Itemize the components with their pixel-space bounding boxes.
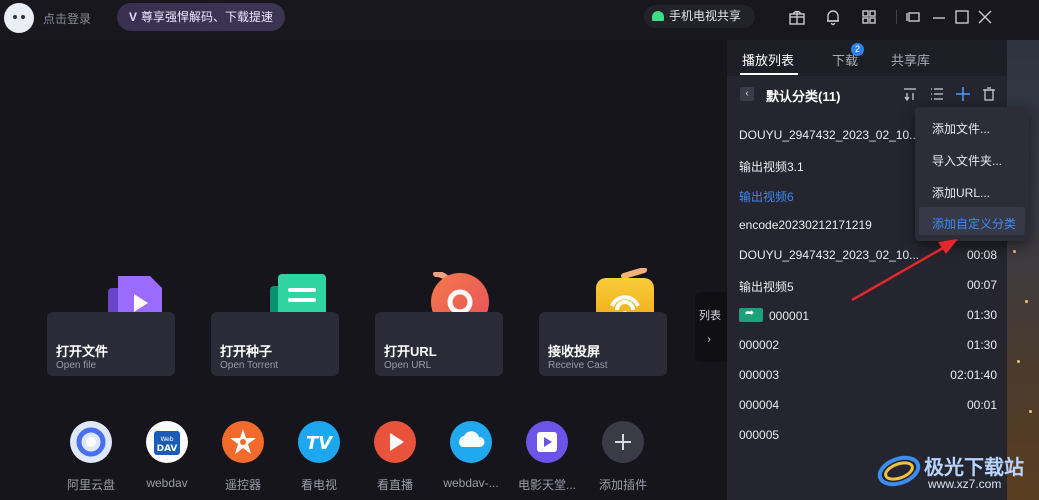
- webdav2-icon[interactable]: [450, 421, 492, 463]
- tab-share-library[interactable]: 共享库: [891, 50, 930, 69]
- playlist-toggle-button[interactable]: 列表 ›: [695, 292, 727, 362]
- toggle-label: 列表: [699, 310, 721, 322]
- plugin-label: webdav: [146, 476, 188, 490]
- close-icon[interactable]: [976, 8, 994, 26]
- item-duration: 01:30: [966, 338, 997, 352]
- watermark-url: www.xz7.com: [928, 477, 1002, 491]
- playlist-item[interactable]: 000003: [739, 368, 779, 382]
- tv-icon[interactable]: TV: [298, 421, 340, 463]
- mini-mode-icon[interactable]: [905, 8, 923, 26]
- watermark-logo-icon: [877, 455, 921, 487]
- item-duration: 00:08: [966, 248, 997, 262]
- open-url-card[interactable]: 打开URL Open URL: [375, 312, 503, 376]
- playlist-item[interactable]: 000005: [739, 428, 779, 442]
- item-duration: 01:30: [966, 308, 997, 322]
- item-duration: 02:01:40: [950, 368, 997, 382]
- svg-text:TV: TV: [306, 433, 334, 454]
- menu-add-custom-category[interactable]: 添加自定义分类: [932, 215, 1016, 232]
- svg-text:Web: Web: [160, 436, 173, 443]
- watermark-text: 极光下载站: [924, 457, 1024, 479]
- card-subtitle: Open Torrent: [220, 360, 279, 371]
- list-view-icon[interactable]: [929, 86, 945, 102]
- title-separator: [896, 10, 897, 24]
- menu-add-url[interactable]: 添加URL...: [932, 184, 990, 201]
- playlist-item[interactable]: DOUYU_2947432_2023_02_10...: [739, 248, 919, 262]
- plugin-label: webdav-...: [443, 476, 499, 490]
- playlist-item[interactable]: 000001: [739, 306, 810, 323]
- webdav-icon[interactable]: Web DAV: [146, 421, 188, 463]
- item-duration: 00:01: [966, 398, 997, 412]
- plugin-label: 看直播: [376, 478, 413, 492]
- apps-grid-icon[interactable]: [860, 8, 878, 26]
- live-icon[interactable]: [374, 421, 416, 463]
- menu-import-folder[interactable]: 导入文件夹...: [932, 152, 1002, 169]
- playlist-item[interactable]: 000002: [739, 338, 779, 352]
- shared-icon: [739, 306, 763, 322]
- card-title: 接收投屏: [548, 344, 601, 359]
- card-subtitle: Receive Cast: [548, 360, 608, 371]
- city-light: [1013, 250, 1016, 253]
- open-torrent-card[interactable]: 打开种子 Open Torrent: [211, 312, 339, 376]
- playlist-item[interactable]: 000004: [739, 398, 779, 412]
- menu-add-file[interactable]: 添加文件...: [932, 120, 990, 137]
- card-title: 打开种子: [220, 344, 273, 359]
- title-bar: 点击登录 V 尊享强悍解码、下载提速 手机电视共享: [0, 0, 1039, 40]
- maximize-icon[interactable]: [953, 8, 971, 26]
- city-light: [1017, 360, 1020, 363]
- phone-tv-share-button[interactable]: 手机电视共享: [644, 5, 755, 28]
- aliyun-icon[interactable]: [70, 421, 112, 463]
- playlist-item[interactable]: 输出视频5: [739, 278, 794, 295]
- chevron-right-icon: ›: [707, 332, 711, 346]
- avatar[interactable]: [4, 3, 34, 33]
- plugin-label: 看电视: [300, 478, 337, 492]
- playlist-item-playing[interactable]: 输出视频6: [739, 188, 794, 205]
- avatar-eye-right: [21, 15, 25, 19]
- add-icon[interactable]: [955, 86, 971, 102]
- vip-text: 尊享强悍解码、下载提速: [141, 10, 274, 24]
- card-subtitle: Open file: [56, 360, 97, 371]
- vip-banner[interactable]: V 尊享强悍解码、下载提速: [117, 3, 285, 31]
- back-button[interactable]: ‹: [740, 87, 754, 101]
- minimize-icon[interactable]: [930, 8, 948, 26]
- active-tab-indicator: [740, 73, 798, 75]
- share-label: 手机电视共享: [669, 9, 742, 23]
- login-link[interactable]: 点击登录: [43, 10, 91, 27]
- avatar-eye-left: [13, 15, 17, 19]
- movie-icon[interactable]: [526, 421, 568, 463]
- item-duration: 00:07: [966, 278, 997, 292]
- playlist-item[interactable]: DOUYU_2947432_2023_02_10...: [739, 128, 919, 142]
- add-dropdown-menu: 添加文件... 导入文件夹... 添加URL... 添加自定义分类: [915, 107, 1029, 241]
- playlist-item[interactable]: encode20230212171219: [739, 218, 872, 232]
- android-icon: [652, 11, 664, 21]
- open-file-card[interactable]: 打开文件 Open file: [47, 312, 175, 376]
- watermark: 极光下载站 www.xz7.com: [876, 447, 1036, 497]
- receive-cast-card[interactable]: 接收投屏 Receive Cast: [539, 312, 667, 376]
- city-light: [1025, 300, 1028, 303]
- panel-tabs: 播放列表 下载 共享库: [727, 40, 1007, 76]
- card-title: 打开URL: [384, 344, 437, 359]
- card-title: 打开文件: [56, 344, 109, 359]
- vip-icon: V: [129, 10, 138, 24]
- remote-icon[interactable]: [222, 421, 264, 463]
- add-plugin-icon[interactable]: [602, 421, 644, 463]
- category-title: 默认分类(11): [766, 89, 841, 104]
- plugin-label: 添加插件: [598, 478, 647, 492]
- plugin-label: 阿里云盘: [66, 478, 115, 492]
- trash-icon[interactable]: [981, 86, 997, 102]
- card-subtitle: Open URL: [384, 360, 432, 371]
- plugin-label: 遥控器: [224, 478, 261, 492]
- download-count-badge: 2: [851, 43, 864, 56]
- playlist-item-name: 000001: [769, 309, 810, 323]
- playlist-item[interactable]: 输出视频3.1: [739, 158, 804, 175]
- bell-icon[interactable]: [824, 8, 842, 26]
- svg-text:DAV: DAV: [157, 444, 178, 454]
- sort-icon[interactable]: [902, 86, 918, 102]
- gift-icon[interactable]: [788, 8, 806, 26]
- plugin-label: 电影天堂...: [517, 478, 576, 492]
- city-light: [1029, 410, 1032, 413]
- tab-playlist[interactable]: 播放列表: [742, 50, 794, 69]
